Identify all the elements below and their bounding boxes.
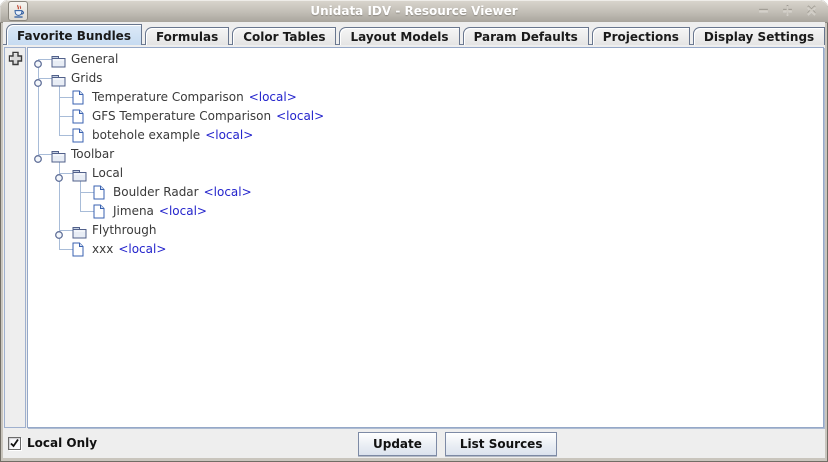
app-window: Unidata IDV - Resource Viewer − + × Favo…	[0, 0, 828, 462]
tree-node-tag: <local>	[249, 90, 297, 104]
footer-bar: Local Only Update List Sources	[3, 428, 825, 458]
tree-connector-line	[59, 135, 73, 136]
tree-expand-handle[interactable]	[54, 173, 64, 183]
folder-icon	[51, 55, 66, 68]
tree-node-label: General	[71, 52, 118, 66]
close-icon[interactable]: ×	[803, 3, 820, 19]
tree-node-label: xxx	[92, 242, 113, 256]
titlebar: Unidata IDV - Resource Viewer − + ×	[0, 0, 828, 23]
tree-node-local[interactable]: Local	[28, 164, 823, 183]
file-icon	[93, 185, 105, 200]
tree-expand-handle[interactable]	[54, 230, 64, 240]
tree-node-label: botehole example	[92, 128, 200, 142]
minimize-icon[interactable]: −	[755, 3, 772, 19]
tree-node-label: Local	[92, 166, 123, 180]
checkmark-icon	[9, 438, 20, 449]
folder-icon	[51, 150, 66, 163]
tree-expand-handle[interactable]	[33, 59, 43, 69]
file-icon	[72, 90, 84, 105]
file-icon	[72, 128, 84, 143]
tree-node-toolbar[interactable]: Toolbar	[28, 145, 823, 164]
footer-buttons: Update List Sources	[358, 432, 557, 456]
maximize-icon[interactable]: +	[779, 3, 796, 19]
update-button[interactable]: Update	[358, 432, 437, 456]
tree-connector-line	[59, 249, 73, 250]
tree-node-label: Toolbar	[71, 147, 114, 161]
tree-node-jimena[interactable]: Jimena <local>	[28, 202, 823, 221]
tree-node-tag: <local>	[204, 185, 252, 199]
file-icon	[72, 109, 84, 124]
dock-strip	[4, 47, 26, 428]
list-sources-button[interactable]: List Sources	[445, 432, 558, 456]
tree-node-tag: <local>	[118, 242, 166, 256]
file-icon	[72, 242, 84, 257]
window-title: Unidata IDV - Resource Viewer	[0, 0, 828, 22]
tree-node-gfs-temperature-comparison[interactable]: GFS Temperature Comparison <local>	[28, 107, 823, 126]
tab-param-defaults[interactable]: Param Defaults	[463, 27, 589, 45]
tree-node-tag: <local>	[276, 109, 324, 123]
tree-node-general[interactable]: General	[28, 50, 823, 69]
tab-formulas[interactable]: Formulas	[145, 27, 229, 45]
tree-node-flythrough[interactable]: Flythrough	[28, 221, 823, 240]
tree-node-grids[interactable]: Grids	[28, 69, 823, 88]
tree-node-label: GFS Temperature Comparison	[92, 109, 271, 123]
tree-node-xxx[interactable]: xxx <local>	[28, 240, 823, 259]
checkbox-label: Local Only	[27, 436, 97, 450]
tree-node-label: Boulder Radar	[113, 185, 199, 199]
tree-connector-line	[59, 116, 73, 117]
tree-node-tag: <local>	[159, 204, 207, 218]
tree-panel: General Grids Temperature Comparison <local…	[27, 47, 824, 428]
folder-icon	[51, 74, 66, 87]
tree-node-temperature-comparison[interactable]: Temperature Comparison <local>	[28, 88, 823, 107]
tree-node-botehole-example[interactable]: botehole example <local>	[28, 126, 823, 145]
tab-projections[interactable]: Projections	[592, 27, 690, 45]
window-controls: − + ×	[755, 0, 820, 22]
tree-node-boulder-radar[interactable]: Boulder Radar <local>	[28, 183, 823, 202]
folder-icon	[72, 226, 87, 239]
tree-node-label: Temperature Comparison	[92, 90, 244, 104]
tree-node-label: Flythrough	[92, 223, 157, 237]
local-only-checkbox[interactable]: Local Only	[8, 435, 97, 451]
window-content: Favorite BundlesFormulasColor TablesLayo…	[3, 22, 825, 458]
tab-bar: Favorite BundlesFormulasColor TablesLayo…	[6, 24, 828, 45]
tree-node-tag: <local>	[205, 128, 253, 142]
tab-layout-models[interactable]: Layout Models	[339, 27, 459, 45]
tree-connector-line	[80, 192, 94, 193]
tree-node-label: Jimena	[113, 204, 154, 218]
bundle-tree: General Grids Temperature Comparison <local…	[28, 48, 823, 427]
checkbox-box[interactable]	[8, 437, 21, 450]
tab-color-tables[interactable]: Color Tables	[232, 27, 336, 45]
tree-node-label: Grids	[71, 71, 102, 85]
plus-cross-icon[interactable]	[8, 51, 23, 66]
folder-icon	[72, 169, 87, 182]
tree-connector-line	[80, 211, 94, 212]
tree-expand-handle[interactable]	[33, 154, 43, 164]
tree-expand-handle[interactable]	[33, 78, 43, 88]
file-icon	[93, 204, 105, 219]
tab-display-settings[interactable]: Display Settings	[693, 27, 825, 45]
tab-favorite-bundles[interactable]: Favorite Bundles	[6, 24, 142, 45]
tree-connector-line	[59, 97, 73, 98]
